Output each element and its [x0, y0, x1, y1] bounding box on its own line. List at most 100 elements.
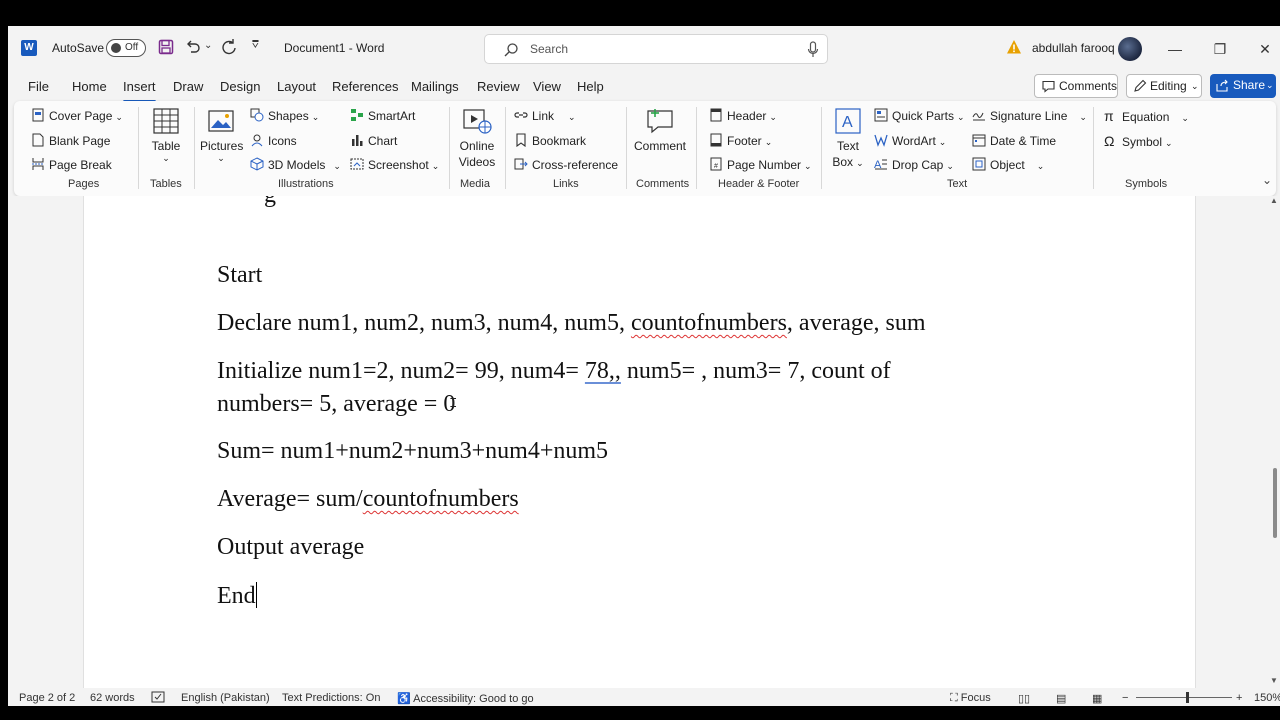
- save-icon[interactable]: [158, 39, 174, 55]
- smartart-button[interactable]: SmartArt: [350, 108, 415, 123]
- paragraph-initialize-line2[interactable]: numbers= 5, average = 0: [217, 391, 455, 418]
- web-layout-icon[interactable]: ▦: [1092, 692, 1102, 705]
- comments-button[interactable]: Comments: [1034, 74, 1118, 98]
- drop-cap-button[interactable]: A Drop Cap ⌄: [874, 157, 954, 172]
- paragraph-average[interactable]: Average= sum/countofnumbers: [217, 486, 519, 513]
- cross-reference-button[interactable]: Cross-reference: [514, 157, 618, 172]
- paragraph-output[interactable]: Output average: [217, 534, 364, 561]
- tab-mailings[interactable]: Mailings: [411, 79, 459, 94]
- paragraph-end[interactable]: End: [217, 582, 257, 610]
- cover-page-button[interactable]: Cover Page ⌄: [31, 108, 123, 123]
- wordart-label: WordArt: [892, 134, 936, 148]
- wordart-button[interactable]: WordArt ⌄: [874, 133, 946, 148]
- scroll-up-arrow-icon[interactable]: ▲: [1270, 196, 1278, 205]
- paragraph-initialize-line1[interactable]: Initialize num1=2, num2= 99, num4= 78,, …: [217, 358, 891, 385]
- paragraph-start[interactable]: Start: [217, 262, 262, 289]
- icons-button[interactable]: Icons: [250, 133, 297, 148]
- misspelled-word[interactable]: countofnumbers: [631, 310, 787, 336]
- object-button[interactable]: Object ⌄: [972, 157, 1044, 172]
- language-indicator[interactable]: English (Pakistan): [181, 692, 270, 704]
- equation-button[interactable]: π Equation ⌄: [1104, 108, 1189, 124]
- drop-cap-icon: A: [874, 159, 887, 171]
- grammar-flagged-text[interactable]: 78,,: [585, 358, 621, 384]
- redo-icon[interactable]: [220, 38, 238, 56]
- undo-dropdown-icon[interactable]: ⌄: [204, 40, 212, 51]
- new-comment-button[interactable]: Comment: [630, 107, 690, 153]
- paragraph-sum[interactable]: Sum= num1+num2+num3+num4+num5: [217, 438, 608, 465]
- tab-references[interactable]: References: [332, 79, 398, 94]
- footer-button[interactable]: Footer ⌄: [709, 133, 772, 148]
- signature-line-button[interactable]: Signature Line ⌄: [972, 108, 1087, 123]
- print-layout-icon[interactable]: ▤: [1056, 692, 1066, 705]
- links-group-label: Links: [553, 178, 579, 190]
- paragraph-declare[interactable]: Declare num1, num2, num3, num4, num5, co…: [217, 310, 926, 337]
- zoom-out-button[interactable]: −: [1122, 692, 1128, 704]
- minimize-button[interactable]: —: [1160, 36, 1190, 62]
- symbols-group-label: Symbols: [1125, 178, 1168, 190]
- pictures-icon: [208, 110, 234, 132]
- scrollbar-thumb[interactable]: [1273, 468, 1277, 538]
- chart-button[interactable]: Chart: [350, 133, 397, 148]
- restore-button[interactable]: ❐: [1205, 36, 1235, 62]
- tab-file[interactable]: File: [28, 79, 49, 94]
- tab-view[interactable]: View: [533, 79, 561, 94]
- table-button[interactable]: Table ⌄: [146, 107, 186, 164]
- proofing-icon[interactable]: [151, 691, 165, 703]
- vertical-scrollbar[interactable]: [1270, 196, 1280, 688]
- zoom-slider[interactable]: [1136, 692, 1232, 703]
- focus-button[interactable]: ⛶ Focus: [950, 692, 991, 705]
- blank-page-button[interactable]: Blank Page: [31, 133, 110, 148]
- autosave-toggle[interactable]: Off: [106, 39, 146, 57]
- chevron-down-icon: ⌄: [938, 137, 947, 147]
- text-predictions-indicator[interactable]: Text Predictions: On: [282, 692, 380, 704]
- tab-design[interactable]: Design: [220, 79, 260, 94]
- zoom-slider-thumb[interactable]: [1186, 692, 1189, 703]
- media-group-label: Media: [460, 178, 490, 190]
- shapes-button[interactable]: Shapes ⌄: [250, 108, 319, 123]
- symbol-button[interactable]: Ω Symbol ⌄: [1104, 133, 1173, 149]
- warning-icon[interactable]: [1006, 39, 1022, 55]
- text-box-button[interactable]: A Text Box ⌄: [828, 107, 868, 169]
- search-input[interactable]: Search: [484, 34, 828, 64]
- misspelled-word[interactable]: countofnumbers: [363, 486, 519, 512]
- tab-help[interactable]: Help: [577, 79, 604, 94]
- microphone-icon[interactable]: [807, 41, 819, 59]
- page-break-button[interactable]: Page Break: [31, 157, 112, 172]
- scroll-down-arrow-icon[interactable]: ▼: [1270, 676, 1278, 685]
- tab-review[interactable]: Review: [477, 79, 520, 94]
- bookmark-button[interactable]: Bookmark: [514, 133, 586, 148]
- date-time-button[interactable]: Date & Time: [972, 133, 1056, 148]
- editing-mode-button[interactable]: Editing ⌄: [1126, 74, 1202, 98]
- pictures-button[interactable]: Pictures ⌄: [200, 107, 243, 164]
- online-videos-button[interactable]: Online Videos: [454, 107, 500, 169]
- 3d-models-button[interactable]: 3D Models ⌄: [250, 157, 341, 172]
- link-button[interactable]: Link ⌄: [514, 108, 576, 123]
- screenshot-button[interactable]: Screenshot ⌄: [350, 157, 439, 172]
- user-name[interactable]: abdullah farooq: [1032, 41, 1115, 55]
- tab-insert[interactable]: Insert: [123, 79, 156, 103]
- page-number-button[interactable]: # Page Number ⌄: [709, 157, 812, 172]
- customize-toolbar-icon[interactable]: ⩢: [252, 39, 259, 52]
- tab-layout[interactable]: Layout: [277, 79, 316, 94]
- header-button[interactable]: Header ⌄: [709, 108, 777, 123]
- svg-text:#: #: [714, 163, 718, 170]
- text-box-label-1: Text: [836, 139, 859, 153]
- blank-page-icon: [32, 133, 44, 147]
- close-button[interactable]: ✕: [1250, 36, 1280, 62]
- accessibility-indicator[interactable]: ♿ Accessibility: Good to go: [397, 692, 534, 705]
- collapse-ribbon-icon[interactable]: ⌄: [1262, 173, 1272, 187]
- read-mode-icon[interactable]: ▯▯: [1018, 692, 1030, 705]
- svg-text:A: A: [842, 114, 853, 131]
- quick-parts-button[interactable]: Quick Parts ⌄: [874, 108, 965, 123]
- tab-draw[interactable]: Draw: [173, 79, 203, 94]
- undo-icon[interactable]: [184, 38, 202, 56]
- avatar[interactable]: [1118, 37, 1142, 61]
- zoom-level[interactable]: 150%: [1254, 692, 1280, 704]
- share-button[interactable]: Share ⌄: [1210, 74, 1276, 98]
- page-indicator[interactable]: Page 2 of 2: [19, 692, 75, 704]
- header-footer-group-label: Header & Footer: [718, 178, 800, 190]
- tab-home[interactable]: Home: [72, 79, 107, 94]
- document-page[interactable]: g Start Declare num1, num2, num3, num4, …: [83, 196, 1196, 688]
- word-count[interactable]: 62 words: [90, 692, 135, 704]
- zoom-in-button[interactable]: +: [1236, 692, 1242, 704]
